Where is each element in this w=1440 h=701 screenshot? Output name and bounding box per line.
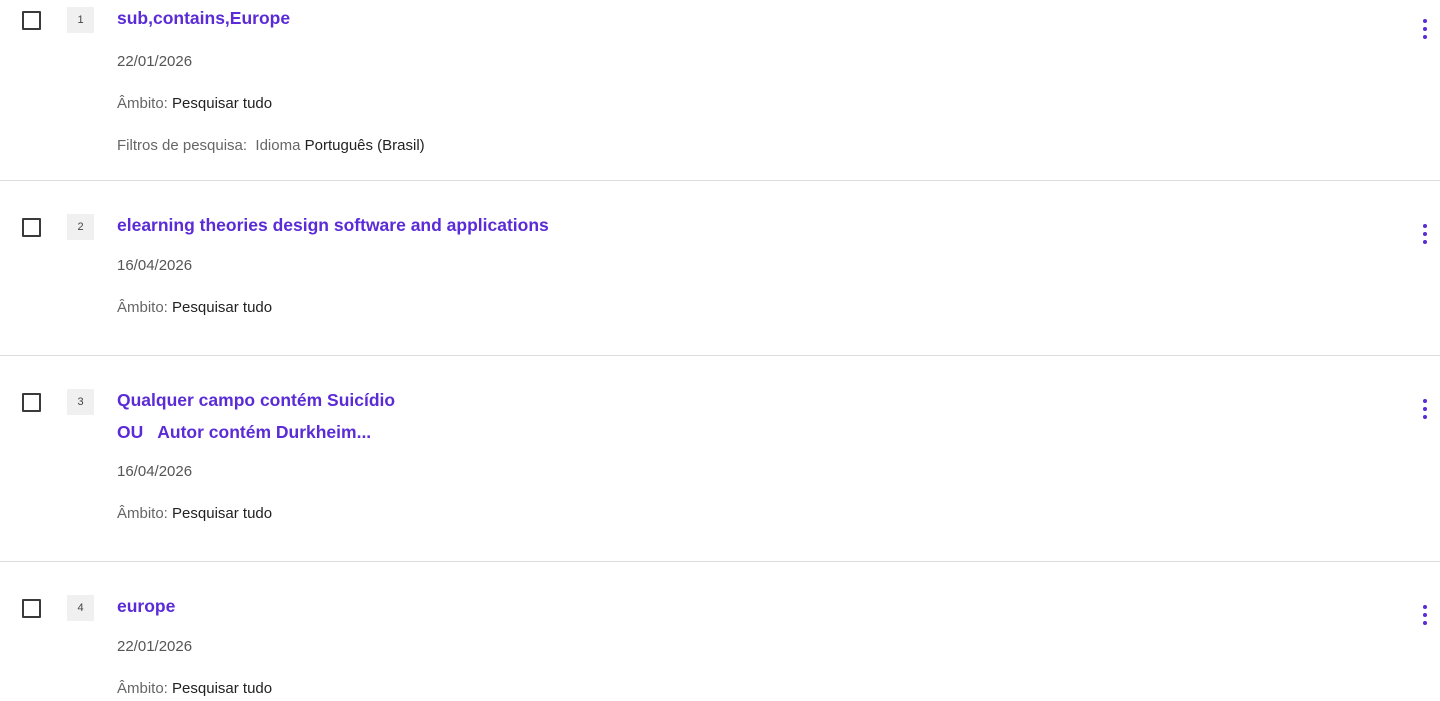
search-query-link-continued[interactable]: OU Autor contém Durkheim... [117,420,371,444]
select-checkbox[interactable] [22,393,41,412]
select-checkbox[interactable] [22,599,41,618]
filters-label: Filtros de pesquisa: [117,137,248,154]
more-vertical-icon[interactable] [1419,398,1431,420]
scope-line: Âmbito: Pesquisar tudo [117,298,272,318]
select-checkbox[interactable] [22,218,41,237]
divider [0,355,1440,356]
item-number: 3 [67,389,94,415]
divider [0,561,1440,562]
scope-value: Pesquisar tudo [172,680,273,697]
scope-value: Pesquisar tudo [172,299,273,316]
scope-line: Âmbito: Pesquisar tudo [117,679,272,699]
scope-value: Pesquisar tudo [172,95,273,112]
scope-label: Âmbito: [117,299,168,316]
select-checkbox[interactable] [22,11,41,30]
search-date: 22/01/2026 [117,53,193,70]
filter-name: Idioma [255,137,301,154]
item-number: 2 [67,214,94,240]
more-vertical-icon[interactable] [1419,18,1431,40]
more-vertical-icon[interactable] [1419,604,1431,626]
search-date: 16/04/2026 [117,257,193,274]
scope-label: Âmbito: [117,680,168,697]
scope-value: Pesquisar tudo [172,505,273,522]
search-query-clause: Autor contém Durkheim... [157,422,372,442]
search-query-link[interactable]: Qualquer campo contém Suicídio [117,388,395,412]
search-query-link[interactable]: sub,contains,Europe [117,6,290,30]
search-query-link[interactable]: elearning theories design software and a… [117,213,549,237]
scope-line: Âmbito: Pesquisar tudo [117,94,272,114]
item-number: 4 [67,595,94,621]
scope-label: Âmbito: [117,95,168,112]
scope-label: Âmbito: [117,505,168,522]
search-query-link[interactable]: europe [117,594,175,618]
search-date: 16/04/2026 [117,463,193,480]
item-number: 1 [67,7,94,33]
search-date: 22/01/2026 [117,638,193,655]
more-vertical-icon[interactable] [1419,223,1431,245]
boolean-operator: OU [117,422,144,442]
filter-value: Português (Brasil) [304,137,425,154]
divider [0,180,1440,181]
scope-line: Âmbito: Pesquisar tudo [117,504,272,524]
filters-line: Filtros de pesquisa: Idioma Português (B… [117,136,425,156]
